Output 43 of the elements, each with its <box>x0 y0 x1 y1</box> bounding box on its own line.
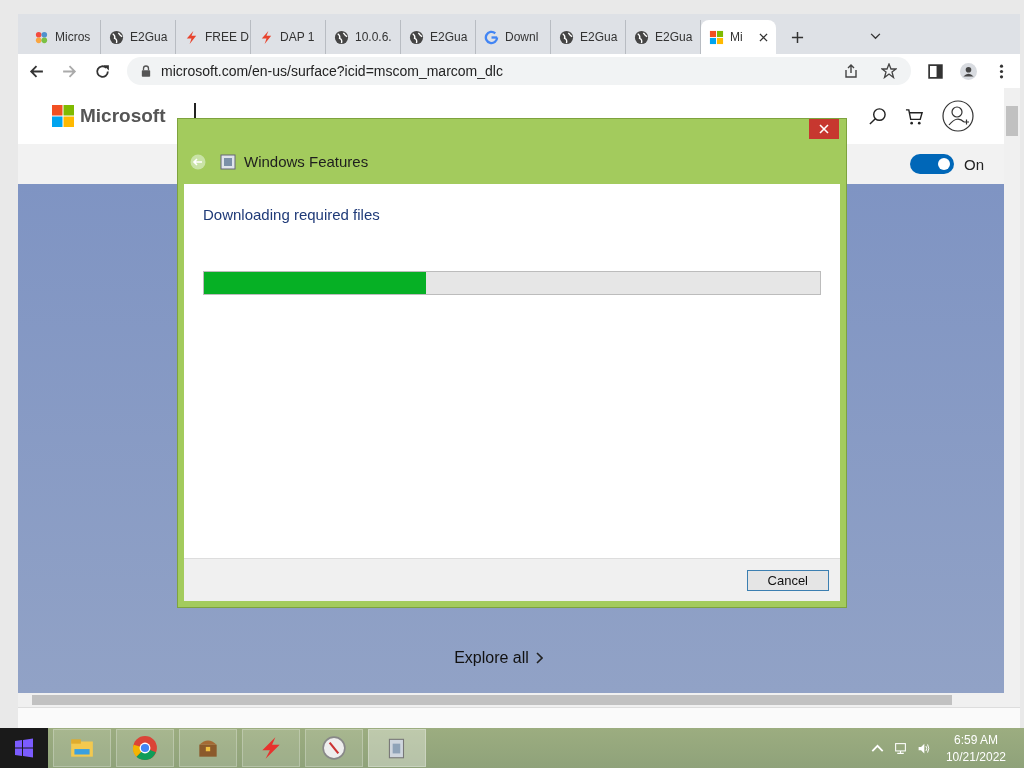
vertical-scrollbar[interactable] <box>1004 88 1020 707</box>
dialog-title: Windows Features <box>244 153 369 170</box>
address-bar[interactable]: microsoft.com/en-us/surface?icid=mscom_marcom_dlc <box>127 57 911 85</box>
close-tab-icon[interactable] <box>759 32 768 42</box>
share-icon[interactable] <box>843 63 859 79</box>
profile-icon[interactable] <box>960 62 977 80</box>
network-icon[interactable] <box>893 741 907 755</box>
url-text: microsoft.com/en-us/surface?icid=mscom_marcom_dlc <box>161 63 504 79</box>
compass-icon[interactable] <box>305 729 363 767</box>
microsoft-logo-icon[interactable] <box>52 105 74 127</box>
features-icon <box>220 153 236 170</box>
side-panel-icon[interactable] <box>927 62 944 80</box>
browser-tab[interactable]: Mi <box>701 20 776 54</box>
flower-icon <box>34 29 49 45</box>
star-icon[interactable] <box>881 63 897 79</box>
reload-icon[interactable] <box>94 62 111 80</box>
volume-icon[interactable] <box>916 741 930 755</box>
globe-icon <box>334 29 349 45</box>
toggle-switch[interactable] <box>910 154 954 174</box>
cancel-button[interactable]: Cancel <box>746 569 829 591</box>
cart-icon[interactable] <box>905 106 924 126</box>
installer-icon[interactable] <box>368 729 426 767</box>
explore-all-link[interactable]: Explore all <box>454 649 543 667</box>
globe-icon <box>559 29 574 45</box>
google-icon <box>484 29 499 45</box>
toggle-label: On <box>964 155 984 173</box>
globe-icon <box>634 29 649 45</box>
new-tab-icon[interactable] <box>791 31 804 44</box>
account-icon[interactable] <box>942 100 974 132</box>
globe-icon <box>409 29 424 45</box>
tab-search-icon[interactable] <box>870 33 881 40</box>
status-text: Downloading required files <box>203 206 381 223</box>
globe-icon <box>109 29 124 45</box>
chrome-icon[interactable] <box>116 729 174 767</box>
windows-logo-icon <box>709 29 724 45</box>
brand-name: Microsoft <box>80 105 166 127</box>
close-button[interactable] <box>809 119 839 139</box>
chevron-right-icon <box>534 652 543 664</box>
horizontal-scrollbar[interactable] <box>18 693 1004 707</box>
start-button[interactable] <box>0 728 48 768</box>
lock-icon <box>141 65 151 77</box>
search-icon[interactable] <box>868 106 887 126</box>
chest-icon[interactable] <box>179 729 237 767</box>
